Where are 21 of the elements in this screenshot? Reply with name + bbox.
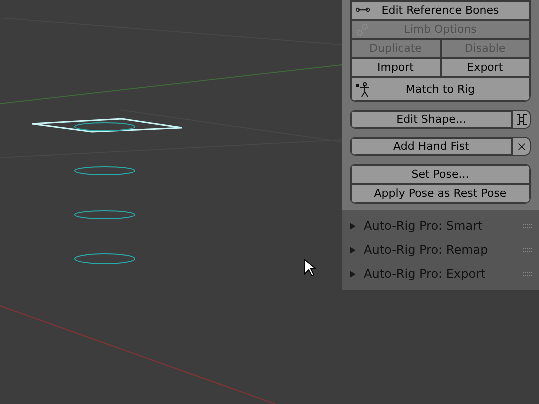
- drag-handle-icon: [523, 224, 533, 228]
- collapsed-triangle-icon: [350, 222, 356, 230]
- tool-button[interactable]: Export: [440, 58, 530, 77]
- shape-icon: [514, 112, 528, 126]
- tool-button[interactable]: Apply Pose as Rest Pose: [351, 184, 530, 203]
- tool-button[interactable]: Add Hand Fist: [351, 138, 512, 155]
- tool-button[interactable]: Set Pose...: [351, 165, 530, 184]
- close-button[interactable]: [512, 138, 530, 155]
- drag-handle-icon: [523, 248, 533, 252]
- collapsed-triangle-icon: [350, 270, 356, 278]
- drag-handle-icon: [523, 272, 533, 276]
- figure-icon: [356, 82, 370, 98]
- tool-button[interactable]: Import: [351, 58, 440, 77]
- close-icon: [516, 140, 528, 152]
- shape-picker-button[interactable]: [512, 111, 530, 128]
- tool-button[interactable]: Match to Rig: [351, 77, 530, 101]
- tool-button[interactable]: Edit Shape...: [351, 111, 512, 128]
- collapsed-triangle-icon: [350, 246, 356, 254]
- bones-icon: [356, 6, 370, 14]
- mouse-cursor-icon: [304, 259, 316, 277]
- tool-button[interactable]: Edit Reference Bones: [351, 1, 530, 20]
